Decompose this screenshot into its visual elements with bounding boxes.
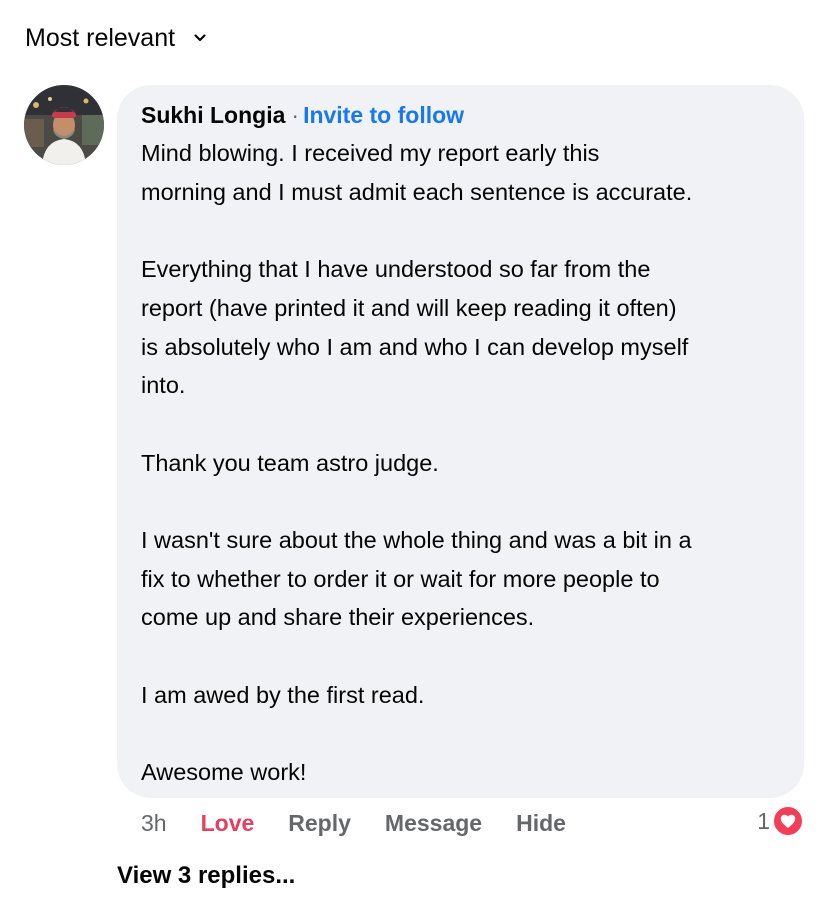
view-replies-link[interactable]: View 3 replies... [117, 862, 295, 890]
reaction-summary[interactable]: 1 [757, 805, 804, 837]
comment-text-line: Awesome work! [141, 759, 307, 786]
sort-label: Most relevant [25, 24, 176, 52]
comment-text-line: into. [141, 372, 186, 399]
chevron-down-icon [193, 31, 207, 45]
comment-actions: 3h Love Reply Message Hide [141, 806, 600, 840]
comment-text-line: Everything that I have understood so far… [141, 256, 651, 283]
comment-text-line: come up and share their experiences. [141, 604, 535, 631]
comment-text-line: report (have printed it and will keep re… [141, 294, 677, 321]
comment-text-line: Thank you team astro judge. [141, 449, 439, 476]
separator-dot: · [291, 102, 300, 128]
comment-text-line: is absolutely who I am and who I can dev… [141, 333, 689, 360]
heart-icon [772, 805, 804, 837]
love-button[interactable]: Love [201, 806, 255, 840]
hide-button[interactable]: Hide [516, 806, 566, 840]
sort-dropdown[interactable]: Most relevant [25, 22, 207, 54]
message-button[interactable]: Message [385, 806, 482, 840]
reply-button[interactable]: Reply [288, 806, 351, 840]
comment-body: Mind blowing. I received my report early… [141, 134, 791, 792]
reaction-count: 1 [757, 807, 770, 834]
comment-text-line: fix to whether to order it or wait for m… [141, 565, 660, 592]
comment-text-line: I wasn't sure about the whole thing and … [141, 526, 692, 553]
comment-header: Sukhi Longia · Invite to follow [141, 100, 464, 130]
comment-author[interactable]: Sukhi Longia [141, 102, 285, 128]
comment-text-line: I am awed by the first read. [141, 681, 425, 708]
avatar[interactable] [24, 85, 104, 165]
comment-text-line: Mind blowing. I received my report early… [141, 140, 600, 166]
comment-text-line: morning and I must admit each sentence i… [141, 178, 693, 205]
invite-to-follow-link[interactable]: Invite to follow [303, 102, 464, 128]
comment-timestamp[interactable]: 3h [141, 806, 167, 840]
